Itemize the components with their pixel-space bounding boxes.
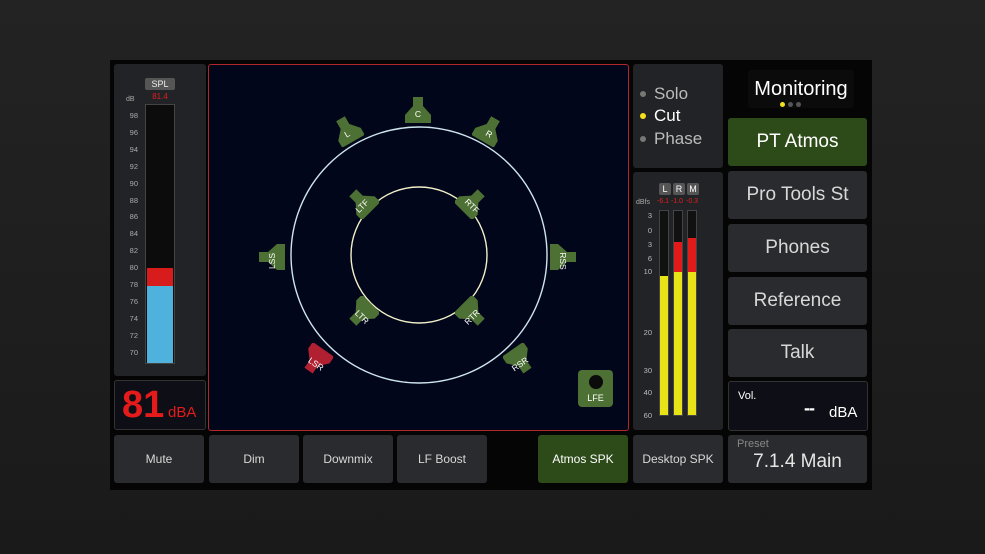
meter-tick-label: 6 — [647, 254, 652, 263]
source-pro-tools-st-button[interactable]: Pro Tools St — [728, 171, 867, 219]
spl-tick-label: 80 — [129, 263, 138, 273]
spl-meter-title: SPL — [145, 78, 175, 90]
spl-tick-label: 74 — [129, 313, 138, 323]
solo-indicator-icon — [640, 91, 646, 97]
status-solo-label: Solo — [654, 84, 689, 103]
volume-value: -- — [804, 398, 815, 418]
speaker-c-label: C — [414, 109, 422, 119]
cut-indicator-icon — [640, 113, 646, 119]
meter-channel-m: M — [687, 183, 699, 195]
lfe-speaker-icon — [589, 375, 603, 389]
page-dot-icon[interactable] — [788, 102, 793, 107]
source-reference-button[interactable]: Reference — [728, 277, 867, 325]
spl-unit-label: dB — [126, 96, 135, 103]
spl-tick-label: 84 — [129, 229, 138, 239]
status-cut-label: Cut — [654, 106, 681, 125]
spl-tick-label: 82 — [129, 246, 138, 256]
meter-level-fill — [660, 276, 668, 415]
lfe-label: LFE — [587, 393, 604, 403]
meter-tick-label: 20 — [643, 328, 652, 337]
spl-tick-label: 96 — [129, 127, 138, 137]
spl-tick-label: 88 — [129, 195, 138, 205]
source-talk-button[interactable]: Talk — [728, 329, 867, 377]
meter-tick-label: 40 — [643, 388, 652, 397]
spl-tick-label: 94 — [129, 144, 138, 154]
preset-label: Preset — [737, 438, 769, 450]
meter-tick-label: 3 — [647, 211, 652, 220]
meter-level-fill — [688, 272, 696, 415]
spl-tick-label: 98 — [129, 111, 138, 120]
volume-label: Vol. — [738, 390, 757, 402]
meter-unit: dBfs — [636, 199, 651, 206]
monitoring-title: Monitoring — [748, 70, 854, 108]
meter-level-fill — [674, 272, 682, 415]
spl-tick-label: 78 — [129, 280, 138, 289]
spl-tick-label: 86 — [129, 212, 138, 222]
spl-tick-label: 70 — [129, 347, 138, 357]
meter-peak-l: -6.1 — [657, 198, 670, 205]
lf-boost-button[interactable]: LF Boost — [397, 435, 487, 483]
spl-tick-label: 76 — [129, 296, 138, 306]
mute-button[interactable]: Mute — [114, 435, 204, 483]
page-dot-active-icon[interactable] — [780, 102, 785, 107]
meter-peak-r: -1.0 — [671, 198, 684, 205]
volume-unit: dBA — [829, 404, 858, 421]
meter-peak-fill — [688, 237, 696, 273]
atmos-spk-button[interactable]: Atmos SPK — [538, 435, 628, 483]
preset-value: 7.1.4 Main — [753, 451, 842, 472]
meter-peak-m: -0.3 — [686, 198, 699, 205]
meter-tick-label: 0 — [647, 226, 652, 235]
status-cut[interactable]: Cut — [640, 106, 680, 126]
meter-tick-label: 10 — [643, 267, 652, 276]
spl-meter-level-fill — [147, 285, 173, 363]
phase-indicator-icon — [640, 136, 646, 142]
page-dot-icon[interactable] — [796, 102, 801, 107]
meter-peak-fill — [674, 241, 682, 273]
status-phase[interactable]: Phase — [640, 129, 702, 149]
spl-tick-label: 72 — [129, 330, 138, 340]
spl-tick-label: 92 — [129, 161, 138, 171]
downmix-button[interactable]: Downmix — [303, 435, 393, 483]
spl-tick-label: 90 — [129, 178, 138, 188]
spl-readout-unit: dBA — [168, 404, 197, 421]
status-phase-label: Phase — [654, 129, 703, 148]
spl-readout-value: 81 — [122, 384, 165, 426]
source-phones-button[interactable]: Phones — [728, 224, 867, 272]
speaker-rss-label: RSS — [558, 252, 568, 270]
dim-button[interactable]: Dim — [209, 435, 299, 483]
meter-channel-r: R — [673, 183, 685, 195]
meter-tick-label: 3 — [647, 240, 652, 249]
spl-peak-value: 81.4 — [152, 92, 168, 101]
meter-tick-label: 30 — [643, 366, 652, 375]
meter-channel-l: L — [659, 183, 671, 195]
status-solo[interactable]: Solo — [640, 84, 688, 104]
desktop-spk-button[interactable]: Desktop SPK — [633, 435, 723, 483]
source-pt-atmos-button[interactable]: PT Atmos — [728, 118, 867, 166]
meter-tick-label: 60 — [643, 411, 652, 420]
speaker-lss-label: LSS — [267, 252, 277, 270]
